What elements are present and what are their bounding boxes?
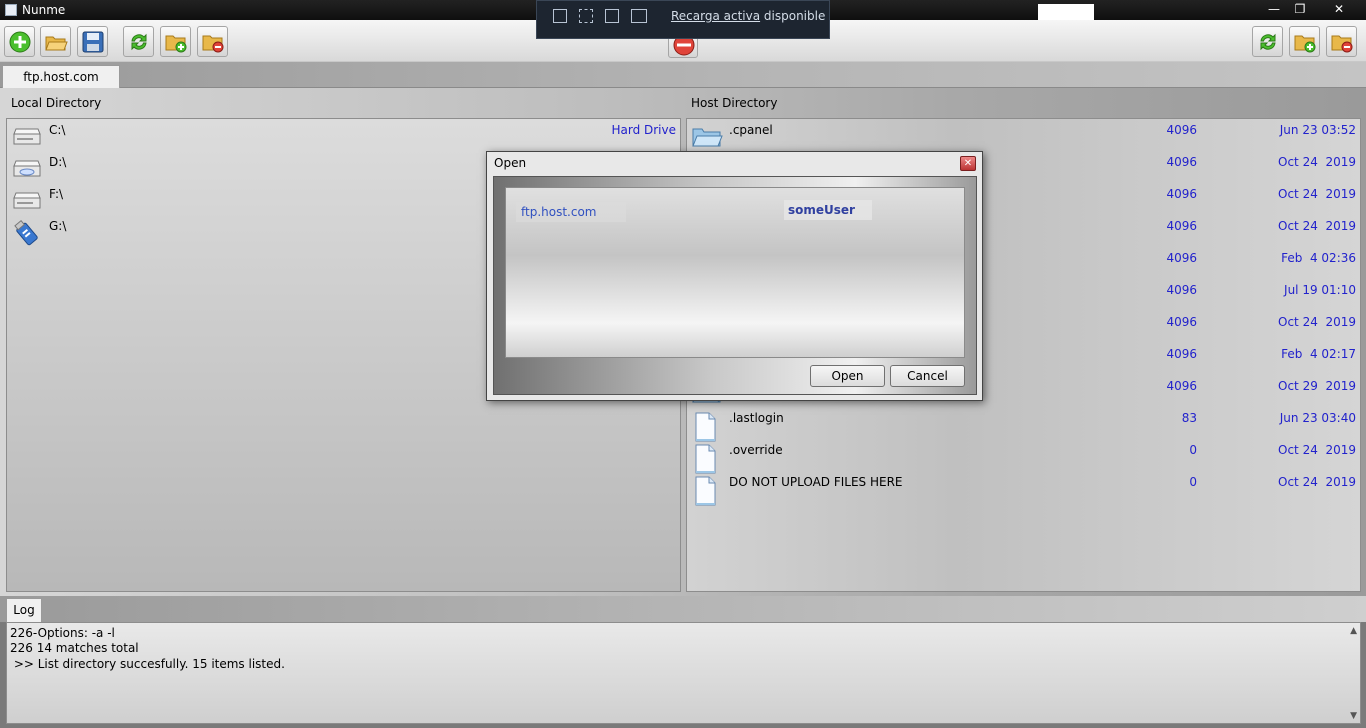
- new-connection-button[interactable]: [4, 26, 35, 57]
- refresh-icon: [131, 33, 147, 51]
- drive-type: Hard Drive: [611, 123, 676, 137]
- folder-add-icon: [1294, 35, 1316, 53]
- dialog-title: Open: [494, 156, 527, 170]
- local-directory-label: Local Directory: [11, 96, 102, 110]
- new-folder-button[interactable]: [160, 26, 191, 57]
- saved-connection-host[interactable]: ftp.host.com: [516, 202, 626, 222]
- host-entry-date: Oct 24 2019: [1278, 315, 1356, 329]
- file-icon: [691, 444, 725, 474]
- remote-refresh-button[interactable]: [1252, 26, 1283, 57]
- host-entry-row[interactable]: .override 0 Oct 24 2019: [687, 441, 1360, 474]
- file-icon: [691, 412, 725, 442]
- host-entry-date: Oct 29 2019: [1278, 379, 1356, 393]
- tab-log[interactable]: Log: [6, 598, 42, 622]
- file-icon: [691, 476, 725, 506]
- drive-name: F:\: [49, 187, 64, 201]
- open-button-dialog[interactable]: Open: [810, 365, 885, 387]
- layout-adorner-icon[interactable]: [605, 9, 619, 23]
- track-focus-icon[interactable]: [631, 9, 647, 23]
- hard-drive-icon: [11, 188, 45, 216]
- save-disk-icon: [82, 31, 104, 53]
- host-entry-date: Oct 24 2019: [1278, 187, 1356, 201]
- connection-tabstrip: ftp.host.com: [0, 62, 1366, 89]
- host-entry-name: .cpanel: [729, 123, 773, 137]
- host-entry-size: 4096: [1166, 155, 1197, 169]
- usb-drive-icon: [11, 219, 45, 248]
- log-panel[interactable]: 226-Options: -a -l 226 14 matches total …: [6, 622, 1361, 724]
- host-entry-date: Oct 24 2019: [1278, 155, 1356, 169]
- saved-connections-list[interactable]: ftp.host.com someUser: [505, 187, 965, 358]
- delete-folder-button[interactable]: [197, 26, 228, 57]
- log-line: 226 14 matches total: [10, 641, 139, 655]
- host-entry-size: 4096: [1166, 379, 1197, 393]
- host-entry-size: 4096: [1166, 251, 1197, 265]
- host-entry-date: Jul 19 01:10: [1284, 283, 1356, 297]
- scroll-down-arrow-icon[interactable]: ▼: [1350, 711, 1357, 721]
- saved-connection-user[interactable]: someUser: [784, 200, 872, 220]
- host-entry-name: DO NOT UPLOAD FILES HERE: [729, 475, 903, 489]
- host-entry-name: .override: [729, 443, 783, 457]
- dialog-close-button[interactable]: ✕: [960, 156, 976, 171]
- host-entry-row[interactable]: .cpanel 4096 Jun 23 03:52: [687, 121, 1360, 153]
- close-window-button[interactable]: ✕: [1314, 0, 1364, 18]
- log-tabstrip: Log: [0, 596, 1366, 622]
- dialog-body: ftp.host.com someUser Open Cancel: [493, 176, 977, 395]
- folder-add-icon: [165, 35, 187, 53]
- save-button[interactable]: [77, 26, 108, 57]
- drive-name: C:\: [49, 123, 66, 137]
- host-entry-size: 4096: [1166, 219, 1197, 233]
- cancel-button[interactable]: Cancel: [890, 365, 965, 387]
- host-entry-size: 83: [1181, 411, 1197, 425]
- pointer-icon[interactable]: [579, 9, 593, 23]
- add-icon: [9, 31, 31, 53]
- hot-reload-link[interactable]: Recarga activa: [671, 9, 760, 23]
- host-entry-date: Jun 23 03:52: [1279, 123, 1356, 137]
- folder-remove-icon: [202, 35, 224, 53]
- host-entry-size: 4096: [1166, 123, 1197, 137]
- select-element-icon[interactable]: [553, 9, 567, 23]
- open-dialog: Open ✕ ftp.host.com someUser Open Cancel: [486, 151, 983, 401]
- optical-drive-icon: [11, 156, 45, 184]
- window-title: Nunme: [22, 3, 66, 17]
- host-entry-row[interactable]: DO NOT UPLOAD FILES HERE 0 Oct 24 2019: [687, 473, 1360, 506]
- host-entry-date: Feb 4 02:36: [1281, 251, 1356, 265]
- minimize-button[interactable]: —: [1261, 0, 1287, 18]
- host-entry-date: Feb 4 02:17: [1281, 347, 1356, 361]
- remote-new-folder-button[interactable]: [1289, 26, 1320, 57]
- app-icon: [5, 4, 17, 16]
- scroll-up-arrow-icon[interactable]: ▲: [1350, 626, 1357, 636]
- log-line: 226-Options: -a -l: [10, 626, 115, 640]
- host-entry-size: 4096: [1166, 187, 1197, 201]
- folder-remove-icon: [1331, 35, 1353, 53]
- remote-delete-folder-button[interactable]: [1326, 26, 1357, 57]
- titlebar-blank-area: [1038, 4, 1094, 20]
- host-entry-date: Oct 24 2019: [1278, 443, 1356, 457]
- host-entry-date: Jun 23 03:40: [1279, 411, 1356, 425]
- host-directory-label: Host Directory: [691, 96, 778, 110]
- hot-reload-toolbar: Recarga activa disponible: [536, 0, 830, 39]
- host-entry-size: 4096: [1166, 283, 1197, 297]
- host-entry-size: 4096: [1166, 315, 1197, 329]
- log-line: >> List directory succesfully. 15 items …: [10, 657, 285, 671]
- drive-name: G:\: [49, 219, 67, 233]
- host-entry-name: .lastlogin: [729, 411, 784, 425]
- refresh-icon: [1260, 33, 1276, 51]
- host-entry-size: 0: [1189, 443, 1197, 457]
- folder-icon: [691, 124, 725, 152]
- host-entry-size: 0: [1189, 475, 1197, 489]
- host-entry-date: Oct 24 2019: [1278, 219, 1356, 233]
- host-entry-row[interactable]: .lastlogin 83 Jun 23 03:40: [687, 409, 1360, 442]
- open-folder-icon: [45, 36, 68, 51]
- tab-connection[interactable]: ftp.host.com: [2, 65, 120, 89]
- drive-name: D:\: [49, 155, 67, 169]
- hot-reload-status-text: disponible: [760, 9, 826, 23]
- open-button[interactable]: [40, 26, 71, 57]
- host-entry-size: 4096: [1166, 347, 1197, 361]
- hot-reload-status: Recarga activa disponible: [671, 9, 825, 23]
- refresh-button[interactable]: [123, 26, 154, 57]
- drive-row[interactable]: C:\ Hard Drive: [7, 121, 680, 153]
- host-entry-date: Oct 24 2019: [1278, 475, 1356, 489]
- hard-drive-icon: [11, 124, 45, 152]
- maximize-button[interactable]: ❐: [1287, 0, 1313, 18]
